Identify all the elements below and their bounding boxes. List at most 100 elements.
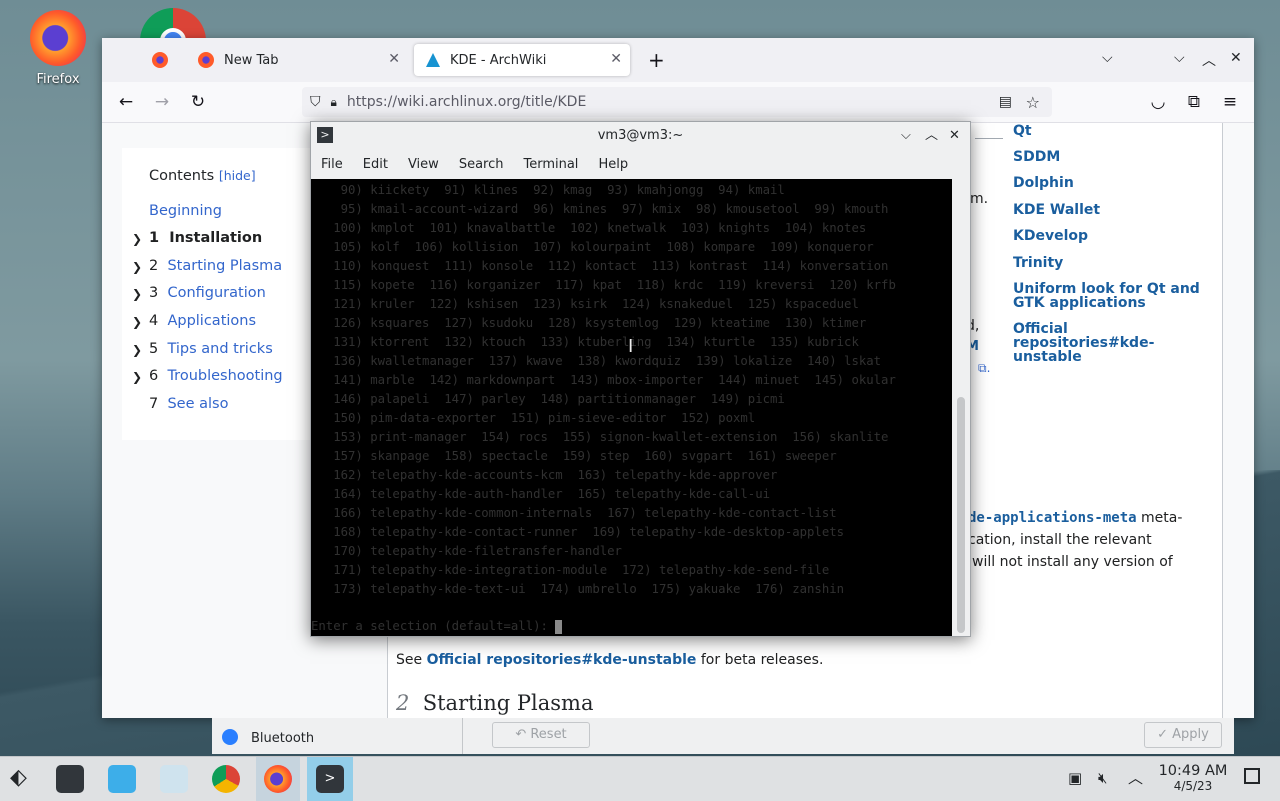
new-tab-button[interactable]: + (648, 48, 665, 72)
steam-icon[interactable] (160, 765, 188, 793)
toc-item-installation[interactable]: 1 Installation (149, 230, 262, 246)
side-link-kde-wallet[interactable]: KDE Wallet (1013, 202, 1100, 218)
kde-unstable-link[interactable]: Official repositories#kde-unstable (427, 652, 697, 668)
maximize-icon[interactable]: ︿ (925, 122, 938, 149)
tab-label: New Tab (224, 52, 279, 68)
side-link-dolphin[interactable]: Dolphin (1013, 175, 1074, 191)
back-icon[interactable]: ← (116, 92, 136, 112)
volume-muted-icon[interactable]: 🔇︎ (1098, 769, 1107, 787)
terminal-line: 162) telepathy-kde-accounts-kcm 163) tel… (311, 468, 778, 482)
clock[interactable]: 10:49 AM 4/5/23 (1152, 763, 1234, 793)
external-link-icon[interactable]: ⧉. (978, 361, 990, 376)
menu-help[interactable]: Help (588, 152, 638, 178)
toc-item-label: Tips and tricks (167, 341, 273, 357)
minimize-icon[interactable]: ⌵ (1174, 50, 1185, 66)
divider (462, 718, 463, 754)
side-link-uniform-look[interactable]: Uniform look for Qt and GTK applications (1013, 282, 1203, 310)
menu-icon[interactable]: ≡ (1220, 92, 1240, 112)
close-window-icon[interactable]: ✕ (949, 122, 960, 149)
chrome-icon[interactable] (212, 765, 240, 793)
terminal-line: 173) telepathy-kde-text-ui 174) umbrello… (311, 582, 845, 596)
toc-item-label: Installation (169, 230, 263, 246)
app-launcher-icon[interactable]: ⬖ (10, 765, 27, 790)
clipboard-icon[interactable]: ▣ (1068, 769, 1082, 787)
toc-item-applications[interactable]: 4 Applications (149, 313, 256, 329)
system-settings-icon[interactable] (56, 765, 84, 793)
menu-edit[interactable]: Edit (353, 152, 398, 178)
extensions-icon[interactable]: ⧉ (1184, 92, 1204, 112)
toc-item-troubleshooting[interactable]: 6 Troubleshooting (149, 368, 283, 384)
settings-item-bluetooth[interactable]: Bluetooth (251, 731, 314, 746)
toc-title: Contents (149, 168, 215, 184)
close-tab-icon[interactable]: ✕ (610, 51, 622, 67)
tab-new-tab[interactable]: New Tab ✕ (186, 44, 408, 76)
package-link[interactable]: de-applications-meta (968, 510, 1137, 526)
menu-view[interactable]: View (398, 152, 449, 178)
section-title: Starting Plasma (422, 691, 594, 715)
terminal-scrollbar[interactable] (957, 397, 965, 633)
toc-item-number: 1 (149, 230, 160, 246)
terminal-titlebar[interactable]: > vm3@vm3:~ ⌵ ︿ ✕ (311, 122, 970, 149)
toc-item-configuration[interactable]: 3 Configuration (149, 285, 266, 301)
body-text: for beta releases. (700, 652, 824, 668)
menu-search[interactable]: Search (449, 152, 514, 178)
clock-date: 4/5/23 (1173, 779, 1213, 793)
terminal-title: vm3@vm3:~ (597, 128, 684, 143)
shield-icon[interactable]: ⛉ (310, 94, 321, 110)
pocket-icon[interactable]: ◡ (1148, 92, 1168, 112)
terminal-line: 157) skanpage 158) spectacle 159) step 1… (311, 449, 837, 463)
toc-item-tips-and-tricks[interactable]: 5 Tips and tricks (149, 341, 273, 357)
terminal-app-icon: > (317, 127, 333, 143)
url-text[interactable]: https://wiki.archlinux.org/title/KDE (347, 94, 586, 110)
side-link-trinity[interactable]: Trinity (1013, 255, 1063, 271)
side-link-kde-unstable[interactable]: Official repositories#kde-unstable (1013, 322, 1203, 364)
chevron-right-icon[interactable]: ❯ (132, 315, 142, 329)
toc-item-label: Troubleshooting (167, 368, 283, 384)
lock-icon[interactable]: 🔒︎ (331, 95, 337, 110)
url-bar[interactable]: ⛉ 🔒︎ https://wiki.archlinux.org/title/KD… (302, 87, 1052, 117)
tab-kde-archwiki[interactable]: KDE - ArchWiki ✕ (414, 44, 630, 76)
reset-button[interactable]: ↶ Reset (492, 722, 590, 748)
menu-terminal[interactable]: Terminal (513, 152, 588, 178)
chevron-right-icon[interactable]: ❯ (132, 232, 142, 246)
bookmark-star-icon[interactable]: ☆ (1026, 93, 1040, 112)
chevron-right-icon[interactable]: ❯ (132, 370, 142, 384)
apply-button[interactable]: ✓ Apply (1144, 722, 1222, 748)
terminal-prompt: Enter a selection (default=all): (311, 619, 563, 634)
toc-item-see-also[interactable]: 7 See also (149, 396, 228, 412)
terminal-output[interactable]: 90) kiickety 91) klines 92) kmag 93) kma… (311, 179, 952, 636)
show-desktop-icon[interactable] (1244, 768, 1260, 784)
minimize-icon[interactable]: ⌵ (901, 122, 911, 149)
section-number: 2 (396, 691, 410, 715)
side-link-kdevelop[interactable]: KDevelop (1013, 228, 1088, 244)
chevron-right-icon[interactable]: ❯ (132, 260, 142, 274)
reload-icon[interactable]: ↻ (188, 92, 208, 112)
chevron-right-icon[interactable]: ❯ (132, 343, 142, 357)
side-link-qt[interactable]: Qt (1013, 123, 1032, 139)
terminal-line: 131) ktorrent 132) ktouch 133) ktuberlin… (311, 335, 859, 349)
reader-view-icon[interactable]: ▤ (999, 94, 1012, 110)
toc-item-label: See also (167, 396, 229, 412)
tab-pinned-firefox[interactable] (140, 44, 184, 76)
terminal-icon[interactable]: > (316, 765, 344, 793)
toc-item-number: 3 (149, 285, 159, 301)
side-link-sddm[interactable]: SDDM (1013, 149, 1060, 165)
close-window-icon[interactable]: ✕ (1230, 50, 1242, 66)
discover-store-icon[interactable] (108, 765, 136, 793)
maximize-icon[interactable]: ︿ (1202, 50, 1216, 70)
settings-window: Bluetooth ↶ Reset ✓ Apply (212, 718, 1234, 754)
toc-hide-link[interactable]: [hide] (219, 168, 256, 183)
toc-item-starting-plasma[interactable]: 2 Starting Plasma (149, 258, 282, 274)
forward-icon[interactable]: → (152, 92, 172, 112)
terminal-line: 115) kopete 116) korganizer 117) kpat 11… (311, 278, 896, 292)
toc-item-beginning[interactable]: Beginning (149, 203, 222, 219)
reset-label: Reset (530, 727, 567, 742)
close-tab-icon[interactable]: ✕ (388, 51, 400, 67)
list-tabs-chevron-icon[interactable]: ⌵ (1102, 50, 1113, 66)
menu-file[interactable]: File (311, 152, 353, 178)
tab-label: KDE - ArchWiki (450, 52, 547, 68)
chevron-right-icon[interactable]: ❯ (132, 287, 142, 301)
firefox-icon[interactable] (264, 765, 292, 793)
desktop-firefox-shortcut[interactable]: Firefox (28, 10, 88, 87)
tray-expand-icon[interactable]: ︿ (1128, 767, 1143, 788)
